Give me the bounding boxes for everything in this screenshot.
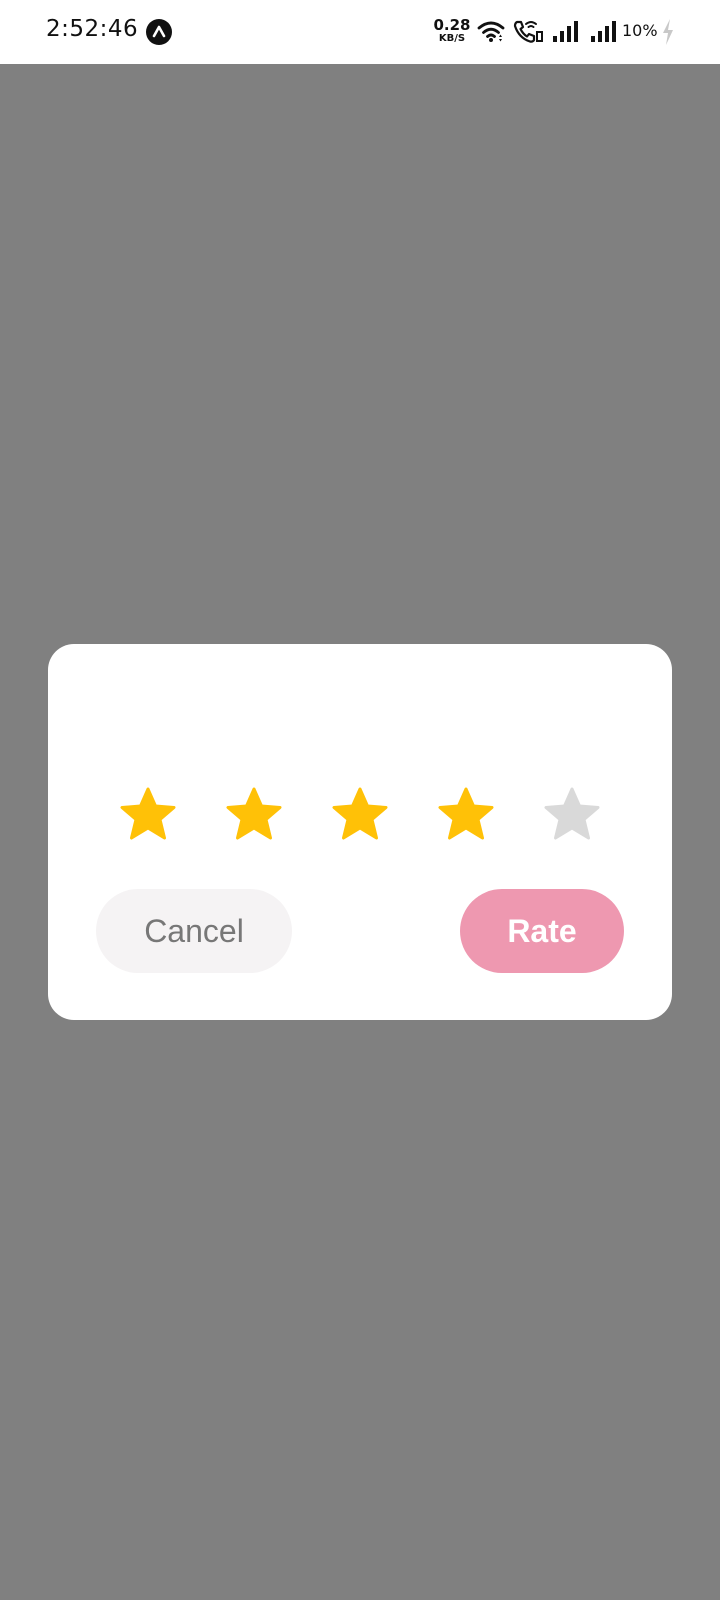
charging-icon: [660, 18, 676, 51]
signal-1-icon: [552, 18, 578, 49]
star-icon-1[interactable]: [119, 786, 177, 844]
star-icon-2[interactable]: [225, 786, 283, 844]
star-icon-3[interactable]: [331, 786, 389, 844]
rating-dialog: Cancel Rate: [48, 644, 672, 1020]
star-icon-5[interactable]: [543, 786, 601, 844]
network-speed: 0.28 KB/S: [432, 18, 472, 44]
status-time: 2:52:46: [46, 16, 139, 42]
app-badge-icon: [146, 19, 172, 45]
wifi-icon: [476, 18, 506, 49]
rate-button[interactable]: Rate: [460, 889, 624, 973]
wifi-calling-icon: [512, 18, 544, 49]
network-speed-unit: KB/S: [438, 33, 466, 44]
battery-level: 10%: [622, 21, 658, 40]
network-speed-value: 0.28: [433, 16, 471, 34]
star-icon-4[interactable]: [437, 786, 495, 844]
cancel-button[interactable]: Cancel: [96, 889, 292, 973]
status-bar: 2:52:46 0.28 KB/S 10%: [0, 0, 720, 64]
signal-2-icon: [590, 18, 616, 49]
